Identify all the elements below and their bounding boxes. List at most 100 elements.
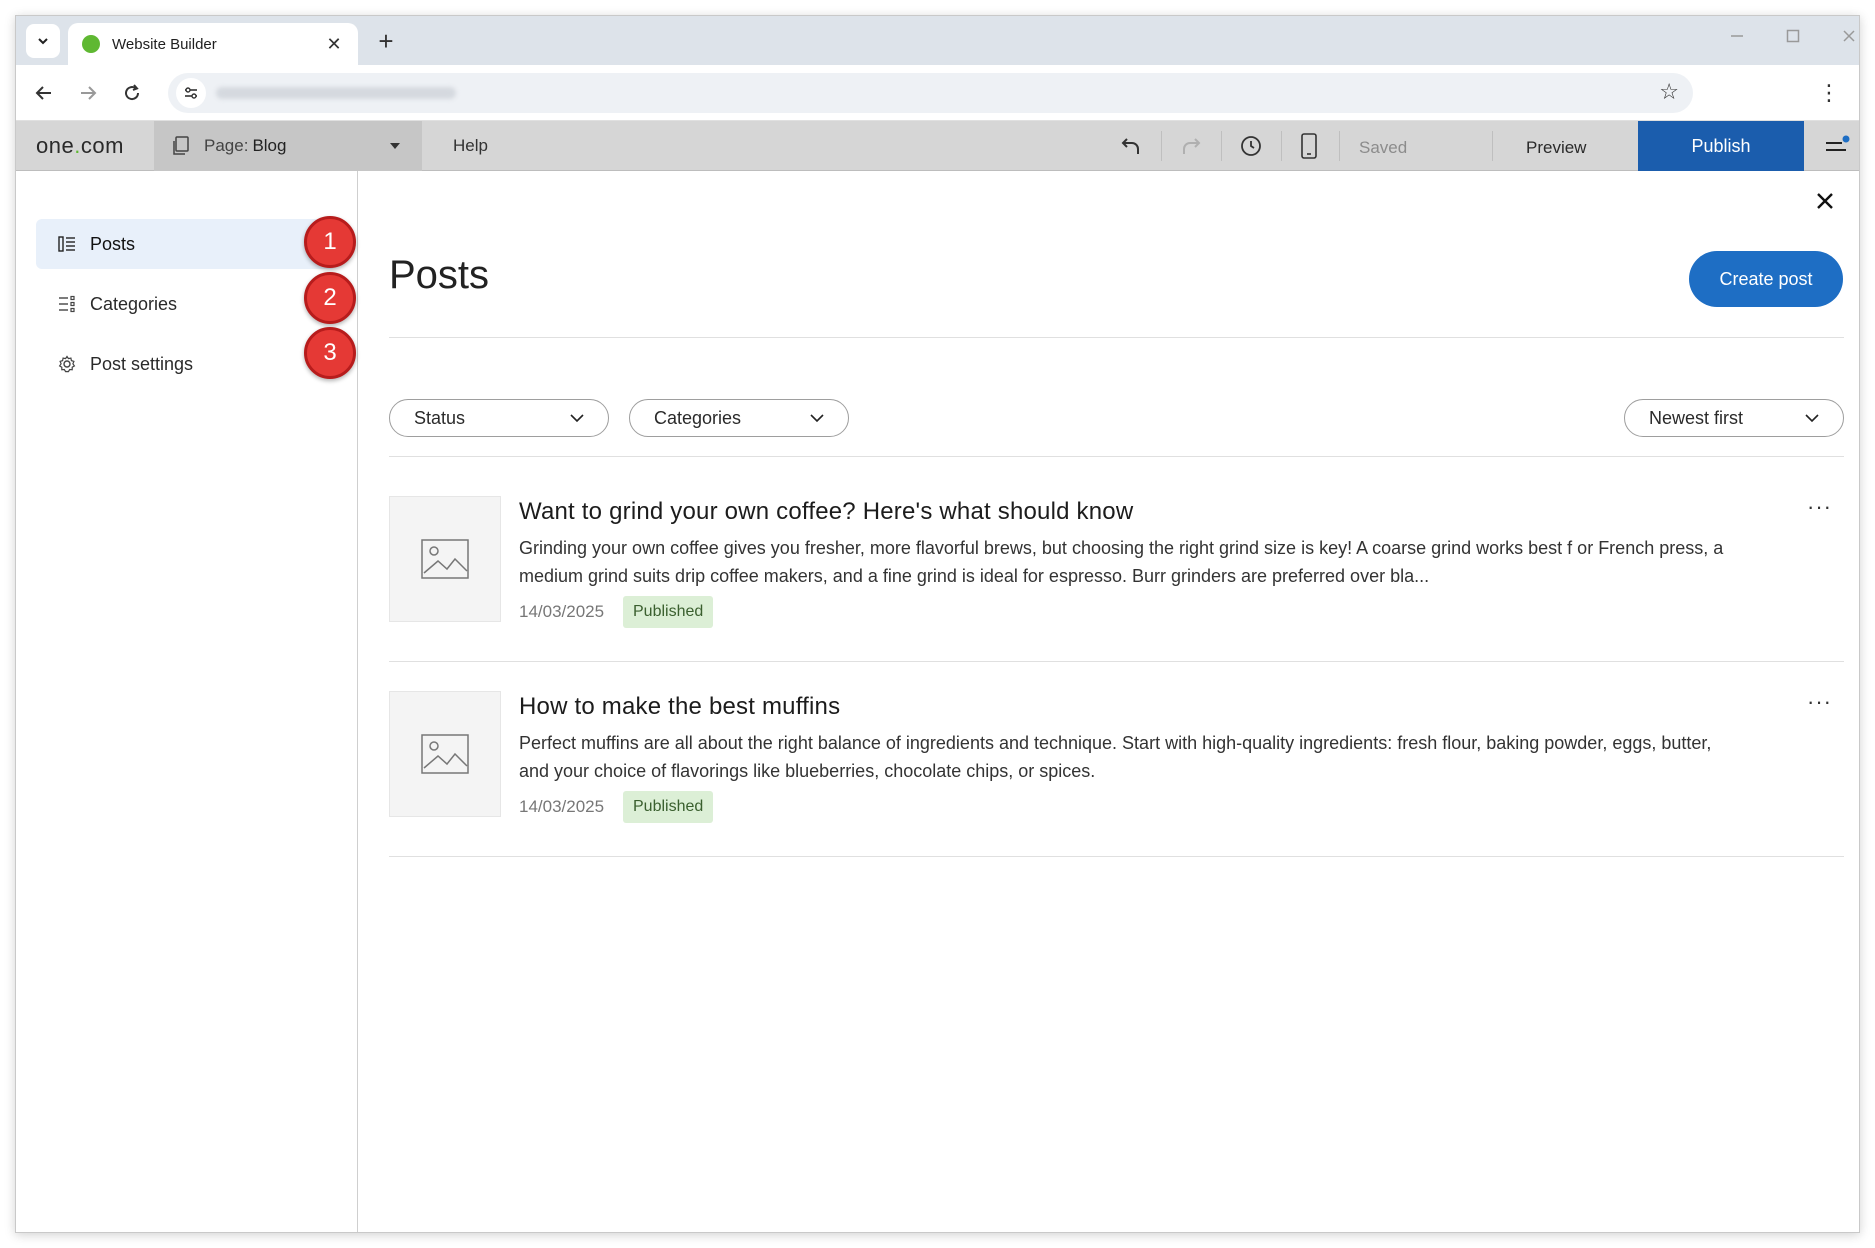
site-info-button[interactable] <box>176 78 206 108</box>
post-excerpt: Grinding your own coffee gives you fresh… <box>519 538 1724 586</box>
post-item[interactable]: Want to grind your own coffee? Here's wh… <box>389 494 1844 636</box>
chevron-down-icon <box>810 414 824 423</box>
tab-search-button[interactable] <box>26 24 60 58</box>
main-menu-button[interactable] <box>1824 135 1850 157</box>
step-badge-2: 2 <box>304 272 356 324</box>
post-title[interactable]: How to make the best muffins <box>519 693 840 721</box>
close-icon <box>1817 193 1833 209</box>
redo-icon <box>1183 138 1201 154</box>
browser-tab[interactable]: Website Builder ✕ <box>68 23 358 65</box>
address-bar-row: ☆ ⋮ <box>16 65 1859 121</box>
history-button[interactable] <box>1238 133 1264 159</box>
logo-text-one: one <box>36 133 75 158</box>
divider <box>389 456 1844 457</box>
sidebar-item-posts[interactable]: Posts <box>36 219 336 269</box>
categories-filter-label: Categories <box>654 407 742 428</box>
divider <box>1492 131 1493 161</box>
divider <box>1281 131 1282 161</box>
blog-sidebar: Posts Categories Post settings 1 2 3 <box>16 171 358 1232</box>
divider <box>1339 131 1340 161</box>
tab-close-icon[interactable]: ✕ <box>324 34 344 55</box>
arrow-left-icon <box>35 86 51 100</box>
minimize-icon <box>1731 35 1743 37</box>
publish-button[interactable]: Publish <box>1638 121 1804 171</box>
more-options-icon[interactable]: ··· <box>1807 494 1832 520</box>
posts-panel: Posts Create post Status Categories Newe… <box>359 171 1859 1232</box>
sidebar-item-label: Post settings <box>90 353 194 374</box>
step-badge-1: 1 <box>304 216 356 268</box>
sort-dropdown-label: Newest first <box>1649 407 1744 428</box>
logo-text-com: com <box>80 133 124 158</box>
list-icon <box>56 233 78 255</box>
post-item[interactable]: How to make the best muffins Perfect muf… <box>389 689 1844 831</box>
mobile-icon <box>1301 133 1317 159</box>
browser-window: Website Builder ✕ + ☆ ⋮ one.com Page: Bl… <box>15 15 1860 1233</box>
status-filter-label: Status <box>414 407 466 428</box>
preview-button[interactable]: Preview <box>1526 138 1586 158</box>
address-bar[interactable]: ☆ <box>168 73 1693 113</box>
undo-icon <box>1121 138 1139 154</box>
arrow-right-icon <box>81 86 97 100</box>
divider <box>1221 131 1222 161</box>
post-thumbnail <box>389 691 501 817</box>
divider <box>1161 131 1162 161</box>
maximize-button[interactable] <box>1765 16 1821 56</box>
reload-button[interactable] <box>116 77 148 109</box>
post-title[interactable]: Want to grind your own coffee? Here's wh… <box>519 498 1133 526</box>
chevron-down-icon <box>38 38 48 45</box>
status-badge: Published <box>623 596 714 628</box>
post-date: 14/03/2025 <box>519 602 605 621</box>
categories-filter[interactable]: Categories <box>629 399 849 437</box>
mobile-view-button[interactable] <box>1296 133 1322 159</box>
gear-icon <box>56 353 78 375</box>
divider <box>389 337 1844 338</box>
divider <box>389 661 1844 662</box>
status-badge: Published <box>623 791 714 823</box>
post-thumbnail <box>389 496 501 622</box>
sidebar-item-label: Categories <box>90 293 178 314</box>
undo-button[interactable] <box>1118 133 1144 159</box>
sidebar-item-post-settings[interactable]: Post settings <box>36 339 336 389</box>
chevron-down-icon <box>1805 414 1819 423</box>
history-icon <box>1241 136 1261 156</box>
minimize-button[interactable] <box>1709 16 1765 56</box>
image-placeholder-icon <box>421 539 469 579</box>
new-tab-button[interactable]: + <box>371 26 401 56</box>
back-button[interactable] <box>28 77 60 109</box>
step-badge-3: 3 <box>304 327 356 379</box>
help-link[interactable]: Help <box>453 136 488 156</box>
image-placeholder-icon <box>421 734 469 774</box>
page-title: Posts <box>389 253 490 297</box>
create-post-button[interactable]: Create post <box>1689 251 1843 307</box>
caret-down-icon <box>390 143 400 149</box>
tab-strip: Website Builder ✕ + <box>16 16 1859 65</box>
page-label: Page: <box>204 136 249 155</box>
post-date: 14/03/2025 <box>519 797 605 816</box>
browser-menu-icon[interactable]: ⋮ <box>1813 77 1845 109</box>
page-value: Blog <box>252 136 287 155</box>
window-close-button[interactable] <box>1821 16 1859 56</box>
close-panel-button[interactable] <box>1813 189 1837 213</box>
menu-icon <box>1826 135 1850 151</box>
close-icon <box>1843 30 1855 42</box>
tune-icon <box>185 87 197 99</box>
maximize-icon <box>1786 29 1800 43</box>
favicon-icon <box>82 35 100 53</box>
chevron-down-icon <box>570 414 584 423</box>
sidebar-item-label: Posts <box>90 233 136 254</box>
post-excerpt: Perfect muffins are all about the right … <box>519 733 1712 781</box>
logo: one.com <box>36 133 124 159</box>
bookmark-star-icon[interactable]: ☆ <box>1659 79 1679 105</box>
forward-button[interactable] <box>72 77 104 109</box>
more-options-icon[interactable]: ··· <box>1807 689 1832 715</box>
page-selector[interactable]: Page: Blog <box>154 121 422 171</box>
sidebar-item-categories[interactable]: Categories <box>36 279 336 329</box>
status-filter[interactable]: Status <box>389 399 609 437</box>
divider <box>389 856 1844 857</box>
tab-title: Website Builder <box>112 35 217 53</box>
app-toolbar: one.com Page: Blog Help Saved Preview Pu… <box>16 121 1859 171</box>
sort-dropdown[interactable]: Newest first <box>1624 399 1844 437</box>
redo-button[interactable] <box>1178 133 1204 159</box>
logo-dot: . <box>74 133 81 158</box>
categories-icon <box>56 293 78 315</box>
